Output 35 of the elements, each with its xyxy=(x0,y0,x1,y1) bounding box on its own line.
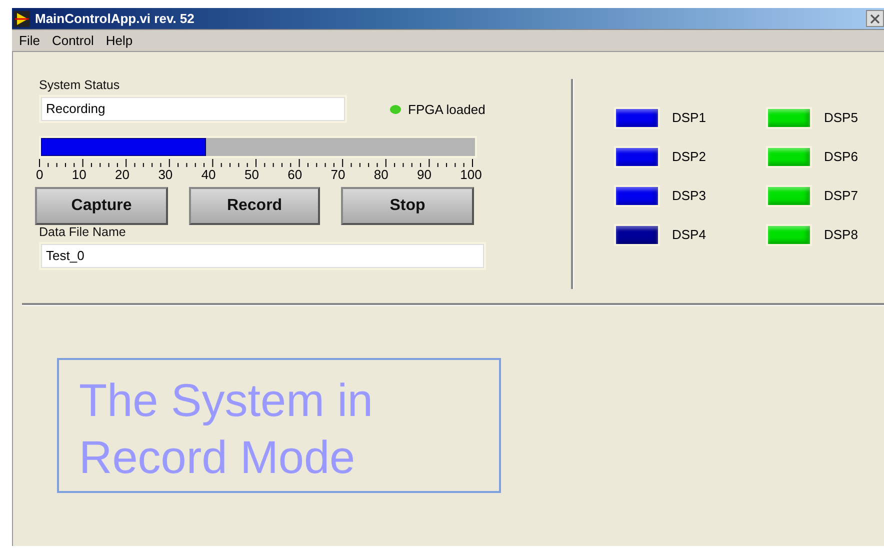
close-icon xyxy=(870,14,880,24)
status-field: Recording xyxy=(39,95,347,123)
field-label: System Status xyxy=(39,78,121,94)
menu-item[interactable]: Help xyxy=(106,33,133,48)
scale-label: 30 xyxy=(158,167,173,183)
indicator-label: FPGA loaded xyxy=(408,102,486,116)
scale-label: 90 xyxy=(417,167,432,183)
scale-label: 0 xyxy=(36,167,44,183)
file-name-field[interactable]: Test_0 xyxy=(39,242,486,270)
scale-label: 100 xyxy=(460,167,482,183)
dsp-label: DSP2 xyxy=(672,149,706,164)
scale-label: 50 xyxy=(244,167,259,183)
action-button[interactable]: Stop xyxy=(341,187,474,225)
scale-label: 70 xyxy=(330,167,346,183)
action-button[interactable]: Capture xyxy=(35,187,168,225)
close-button[interactable] xyxy=(866,10,884,27)
dsp-label: DSP3 xyxy=(672,188,706,203)
scale-label: 60 xyxy=(288,167,302,183)
scale-label: 20 xyxy=(115,167,130,183)
window-title: MainControlApp.vi rev. 52 xyxy=(35,11,196,26)
action-button[interactable]: Record xyxy=(189,187,320,225)
caption-text: The System in Record Mode xyxy=(79,373,374,485)
scale-label: 10 xyxy=(72,167,86,183)
dsp-label: DSP8 xyxy=(824,227,858,242)
dsp-label: DSP4 xyxy=(672,227,706,242)
menu-item[interactable]: Control xyxy=(52,33,94,48)
menu-item[interactable]: File xyxy=(19,33,40,48)
dsp-label: DSP5 xyxy=(824,110,858,125)
dsp-label: DSP6 xyxy=(824,149,858,164)
scale-label: 40 xyxy=(201,167,216,183)
app-icon xyxy=(14,10,30,26)
dsp-label: DSP7 xyxy=(824,188,858,203)
field-label: Data File Name xyxy=(39,225,127,241)
dsp-label: DSP1 xyxy=(672,110,706,125)
scale-label: 80 xyxy=(374,167,388,183)
